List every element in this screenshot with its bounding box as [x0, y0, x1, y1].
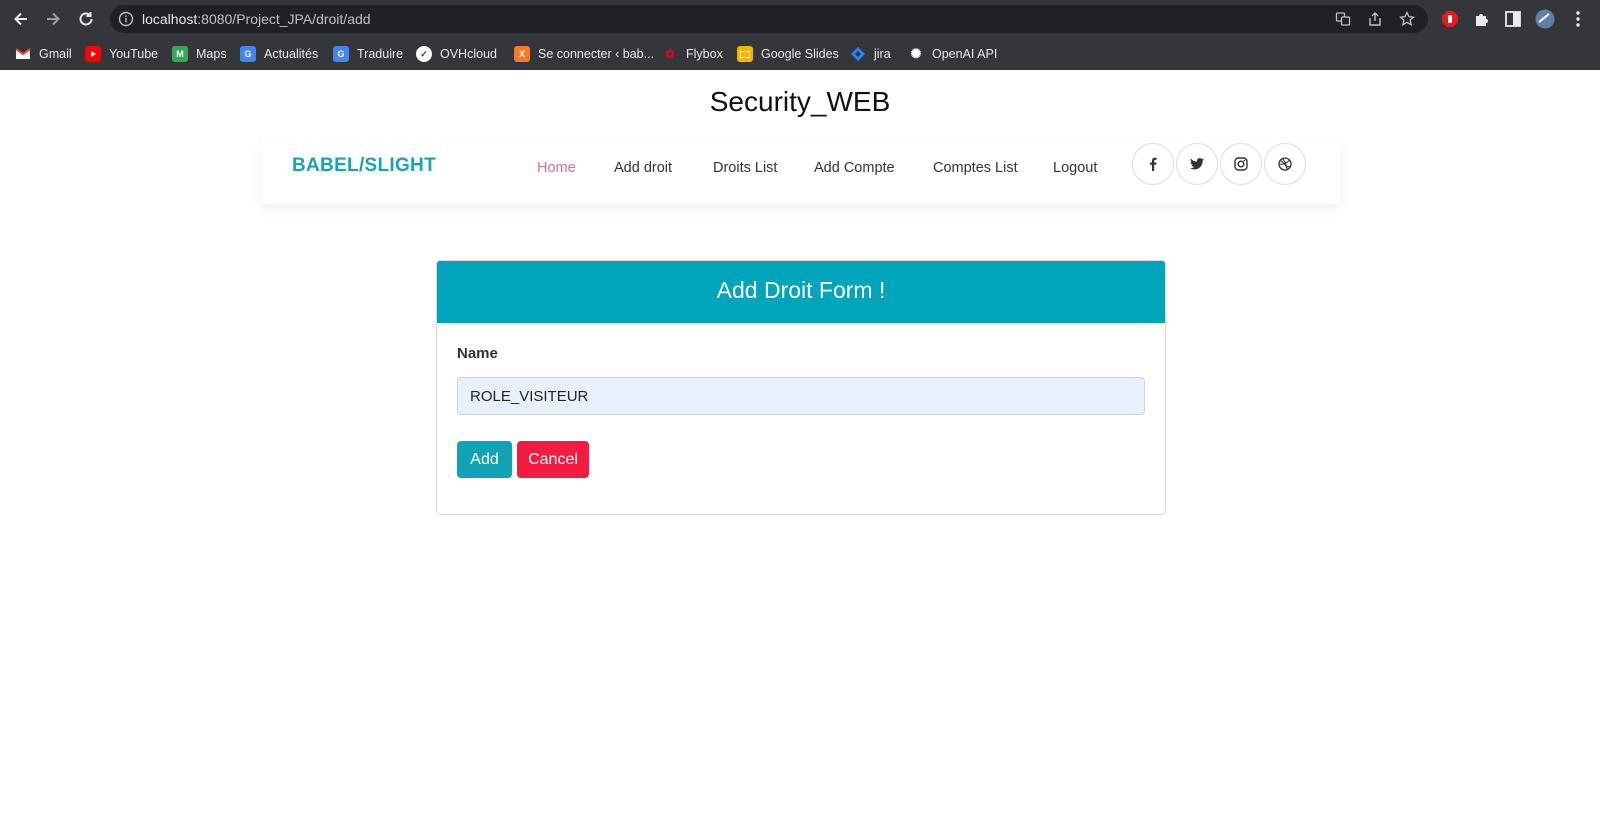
gmail-icon: [15, 46, 31, 62]
bookmark-youtube[interactable]: YouTube: [85, 38, 158, 70]
name-label: Name: [457, 345, 498, 362]
site-info-icon[interactable]: [118, 11, 134, 27]
name-input[interactable]: [457, 377, 1145, 415]
dribbble-icon: [1278, 157, 1292, 171]
page-title: Security_WEB: [709, 86, 891, 117]
translate-icon: G: [333, 46, 349, 62]
twitter-icon: [1190, 158, 1204, 170]
maps-icon: M: [172, 46, 188, 62]
arrow-right-icon: [47, 12, 60, 26]
site-navbar: BABEL/SLIGHT Home Add droit Droits List …: [262, 138, 1340, 204]
jira-icon: [850, 46, 866, 62]
adblock-icon[interactable]: [1440, 9, 1460, 29]
arrow-left-icon: [14, 12, 27, 26]
translate-page-icon[interactable]: [1334, 10, 1352, 28]
bookmark-google-slides[interactable]: Google Slides: [737, 38, 839, 70]
browser-toolbar: localhost:8080/Project_JPA/droit/add: [0, 0, 1600, 38]
ovhcloud-icon: ✓: [416, 46, 432, 62]
cancel-button[interactable]: Cancel: [517, 441, 589, 478]
youtube-icon: [85, 46, 101, 62]
profile-avatar-icon[interactable]: [1535, 9, 1555, 29]
bookmark-actualites[interactable]: G Actualités: [240, 38, 318, 70]
share-icon[interactable]: [1366, 10, 1384, 28]
add-droit-form-card: Add Droit Form ! Name Add Cancel: [436, 260, 1166, 515]
nav-add-droit[interactable]: Add droit: [614, 160, 672, 176]
bookmark-flybox[interactable]: ✿ Flybox: [662, 38, 723, 70]
news-icon: G: [240, 46, 256, 62]
dribbble-button[interactable]: [1264, 143, 1306, 185]
facebook-icon: [1150, 157, 1157, 171]
openai-icon: ✺: [910, 46, 922, 61]
bookmark-openai[interactable]: ✺ OpenAI API: [908, 38, 998, 70]
huawei-icon: ✿: [664, 47, 676, 61]
xampp-icon: X: [514, 46, 530, 62]
url-host: localhost: [142, 11, 198, 27]
facebook-button[interactable]: [1132, 143, 1174, 185]
brand-logo[interactable]: BABEL/SLIGHT: [292, 155, 436, 177]
browser-menu-icon[interactable]: [1568, 9, 1588, 29]
address-bar[interactable]: localhost:8080/Project_JPA/droit/add: [110, 5, 1428, 33]
bookmark-ovhcloud[interactable]: ✓ OVHcloud: [416, 38, 497, 70]
bookmark-gmail[interactable]: Gmail: [15, 38, 72, 70]
slides-icon: [737, 46, 753, 62]
twitter-button[interactable]: [1176, 143, 1218, 185]
bookmark-star-icon[interactable]: [1398, 10, 1416, 28]
back-button[interactable]: [9, 7, 33, 31]
bookmark-se-connecter[interactable]: X Se connecter ‹ bab...: [514, 38, 654, 70]
nav-logout[interactable]: Logout: [1053, 160, 1097, 176]
extensions-puzzle-icon[interactable]: [1472, 9, 1492, 29]
reload-icon: [79, 12, 93, 26]
reload-button[interactable]: [74, 7, 98, 31]
bookmarks-bar: Gmail YouTube M Maps G Actualités G Traduir…: [0, 38, 1600, 70]
instagram-icon: [1234, 157, 1248, 171]
nav-home[interactable]: Home: [537, 160, 576, 176]
instagram-button[interactable]: [1220, 143, 1262, 185]
bookmark-maps[interactable]: M Maps: [172, 38, 227, 70]
side-panel-icon[interactable]: [1503, 9, 1523, 29]
nav-add-compte[interactable]: Add Compte: [814, 160, 895, 176]
forward-button[interactable]: [41, 7, 65, 31]
bookmark-traduire[interactable]: G Traduire: [333, 38, 403, 70]
add-button[interactable]: Add: [457, 441, 512, 478]
nav-comptes-list[interactable]: Comptes List: [933, 160, 1018, 176]
bookmark-jira[interactable]: jira: [850, 38, 891, 70]
nav-droits-list[interactable]: Droits List: [713, 160, 777, 176]
url-path: :8080/Project_JPA/droit/add: [197, 11, 371, 27]
url-text[interactable]: localhost:8080/Project_JPA/droit/add: [142, 5, 371, 33]
form-header: Add Droit Form !: [437, 261, 1165, 323]
